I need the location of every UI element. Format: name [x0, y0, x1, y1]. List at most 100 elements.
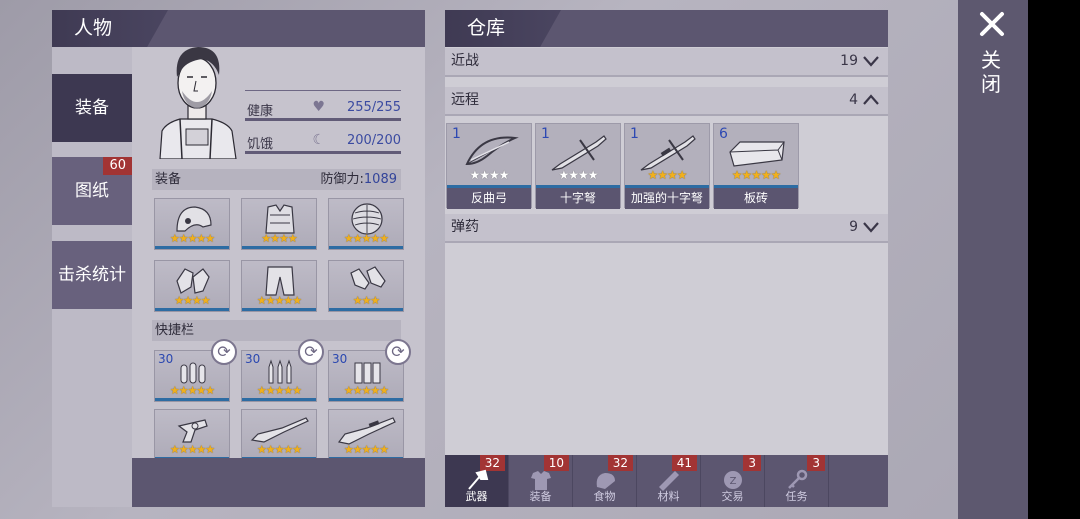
tab-weapons[interactable]: 32 武器 — [445, 455, 509, 507]
tab-badge: 3 — [743, 455, 761, 471]
tab-badge: 3 — [807, 455, 825, 471]
quickbar-slot-weapon-2[interactable]: ★★★★★ — [241, 409, 317, 461]
category-ammo[interactable]: 弹药 9 — [445, 214, 888, 243]
slot-bar — [155, 246, 229, 249]
quickbar-label: 快捷栏 — [155, 323, 195, 338]
character-area: 健康 ♥ 255/255 饥饿 ☾ 200/200 装备 防御力:1089 ★★… — [132, 47, 425, 507]
rifle-icon — [250, 417, 309, 443]
category-ranged[interactable]: 远程 4 — [445, 87, 888, 116]
tab-label: 食物 — [593, 490, 616, 503]
vest-icon — [265, 204, 295, 234]
star-rating: ★★★★★ — [343, 384, 389, 397]
hunger-label: 饥饿 — [247, 137, 274, 152]
quickbar-slot-weapon-1[interactable]: ★★★★★ — [154, 409, 230, 461]
star-rating: ★★★★★ — [343, 443, 389, 456]
side-tab-label: 图纸 — [75, 181, 109, 201]
close-button[interactable]: 关闭 — [958, 0, 1028, 519]
warehouse-item-recurve-bow[interactable]: 1 ★★★★ 反曲弓 — [446, 123, 532, 209]
slot-bar — [155, 308, 229, 311]
screen-edge — [1028, 0, 1080, 519]
stats-divider — [245, 90, 401, 91]
hunger-value: 200/200 — [346, 133, 401, 148]
slot-bar — [242, 308, 316, 311]
tab-tasks[interactable]: 3 任务 — [765, 455, 829, 507]
category-label: 近战 — [451, 53, 479, 69]
equipment-label: 装备 — [155, 172, 182, 187]
pants-icon — [265, 266, 295, 296]
chevron-down-icon — [863, 56, 879, 67]
shotgun-icon — [337, 417, 396, 445]
side-tab-blueprints[interactable]: 图纸 60 — [52, 157, 132, 225]
star-rating: ★★★★ — [261, 232, 297, 245]
category-label: 弹药 — [451, 219, 479, 235]
chevron-down-icon — [863, 222, 879, 233]
star-rating: ★★★★★ — [256, 443, 302, 456]
tab-food[interactable]: 32 食物 — [573, 455, 637, 507]
equip-slot-shoes[interactable]: ★★★ — [328, 260, 404, 312]
star-rating: ★★★★★ — [169, 384, 215, 397]
star-rating: ★★★★ — [469, 168, 509, 182]
equipment-section-bar: 装备 防御力:1089 — [152, 169, 401, 190]
revolver-icon — [177, 419, 208, 443]
side-tab-label: 装备 — [75, 98, 109, 118]
item-name: 十字弩 — [536, 188, 620, 209]
tab-label: 装备 — [529, 490, 552, 503]
warehouse-panel: 仓库 近战 19 远程 4 1 ★★★★ 反曲弓 1 ★★★★ 十字弩 1 ★★… — [445, 10, 888, 507]
refresh-icon: ⟳ — [304, 342, 318, 361]
health-label: 健康 — [247, 104, 274, 119]
equip-slot-pants[interactable]: ★★★★★ — [241, 260, 317, 312]
character-panel: 人物 装备 图纸 60 击杀统计 健康 ♥ 255/255 饥饿 ☾ 200/2… — [52, 10, 425, 507]
side-tab-equipment[interactable]: 装备 — [52, 74, 132, 142]
category-count: 4 — [849, 92, 858, 108]
side-tab-kill-stats[interactable]: 击杀统计 — [52, 241, 132, 309]
warehouse-item-crossbow[interactable]: 1 ★★★★ 十字弩 — [535, 123, 621, 209]
shoes-icon — [350, 266, 386, 290]
slot-bar — [329, 308, 403, 311]
warehouse-item-brick[interactable]: 6 ★★★★★ 板砖 — [713, 123, 799, 209]
warehouse-bottom-tabs: 32 武器 10 装备 32 食物 41 材料 3 Z 交易 3 任务 — [445, 455, 888, 507]
blueprints-badge: 60 — [103, 157, 132, 175]
tab-label: 任务 — [785, 490, 808, 503]
tab-label: 材料 — [657, 490, 680, 503]
swap-ammo-1-button[interactable]: ⟳ — [211, 339, 237, 365]
helmet-icon — [176, 206, 212, 232]
tab-materials[interactable]: 41 材料 — [637, 455, 701, 507]
slot-bar — [155, 398, 229, 401]
health-value: 255/255 — [346, 100, 401, 115]
tab-equipment[interactable]: 10 装备 — [509, 455, 573, 507]
svg-text:Z: Z — [730, 476, 737, 487]
star-rating: ★★★★ — [647, 168, 687, 182]
star-rating: ★★★★★ — [256, 294, 302, 307]
quickbar-section-bar: 快捷栏 — [152, 320, 401, 341]
character-panel-footer — [132, 458, 425, 507]
equip-slot-backpack[interactable]: ★★★★★ — [328, 198, 404, 250]
swap-ammo-2-button[interactable]: ⟳ — [298, 339, 324, 365]
hunger-stat: 饥饿 ☾ 200/200 — [245, 130, 401, 154]
close-label: 关闭 — [981, 48, 1001, 96]
star-rating: ★★★★ — [558, 168, 598, 182]
backpack-icon — [351, 203, 383, 235]
chevron-up-icon — [863, 94, 879, 105]
swap-ammo-3-button[interactable]: ⟳ — [385, 339, 411, 365]
category-melee[interactable]: 近战 19 — [445, 48, 888, 77]
defense-readout: 防御力:1089 — [321, 169, 397, 190]
slot-bar — [329, 246, 403, 249]
gloves-icon — [176, 268, 210, 294]
quickbar-slot-weapon-3[interactable]: ★★★★★ — [328, 409, 404, 461]
star-rating: ★★★★★ — [169, 232, 215, 245]
item-name: 加强的十字弩 — [625, 188, 709, 209]
equip-slot-gloves[interactable]: ★★★★ — [154, 260, 230, 312]
star-rating: ★★★★★ — [731, 168, 782, 182]
close-icon — [980, 12, 1004, 36]
star-rating: ★★★★★ — [256, 384, 302, 397]
tab-trade[interactable]: 3 Z 交易 — [701, 455, 765, 507]
health-stat: 健康 ♥ 255/255 — [245, 97, 401, 121]
tab-label: 武器 — [465, 490, 488, 503]
defense-value: 1089 — [363, 172, 397, 187]
equip-slot-vest[interactable]: ★★★★ — [241, 198, 317, 250]
slot-bar — [242, 246, 316, 249]
equip-slot-helmet[interactable]: ★★★★★ — [154, 198, 230, 250]
item-name: 板砖 — [714, 188, 798, 209]
warehouse-item-reinforced-crossbow[interactable]: 1 ★★★★ 加强的十字弩 — [624, 123, 710, 209]
star-rating: ★★★★★ — [343, 232, 389, 245]
